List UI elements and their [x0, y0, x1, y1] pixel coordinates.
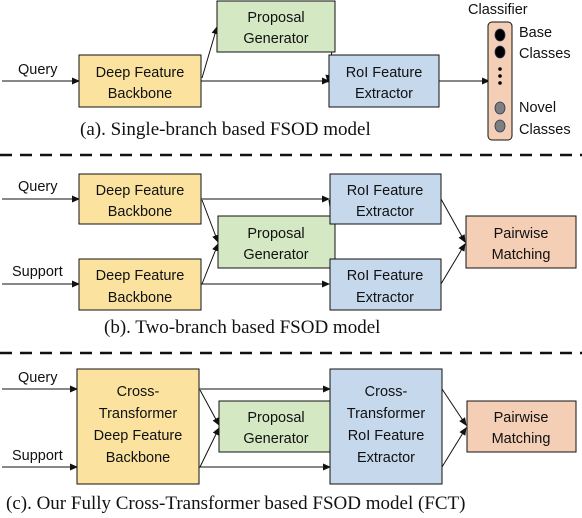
roi-line-2: Transformer — [347, 406, 426, 422]
roi-line-3: RoI Feature — [348, 428, 425, 444]
roi-line-1: RoI Feature — [347, 183, 424, 199]
backbone-line-1: Cross- — [117, 384, 160, 400]
classifier-title: Classifier — [468, 2, 528, 18]
cross-transformer-roi-extractor-box: Cross- Transformer RoI Feature Extractor — [329, 368, 443, 485]
roi-line-2: Extractor — [356, 290, 414, 306]
matching-line-1: Pairwise — [494, 226, 549, 242]
edge-query-backbone-to-proposal — [201, 199, 219, 243]
caption-a: (a). Single-branch based FSOD model — [80, 119, 371, 140]
roi-line-1: RoI Feature — [346, 65, 423, 81]
fsod-architecture-diagram: Query Deep Feature Backbone Proposal Gen… — [0, 0, 582, 514]
query-input-label: Query — [18, 62, 58, 78]
support-backbone-box: Deep Feature Backbone — [78, 258, 202, 311]
backbone-line-2: Transformer — [99, 406, 178, 422]
pairwise-matching-box: Pairwise Matching — [466, 400, 577, 453]
caption-b: (b). Two-branch based FSOD model — [104, 317, 380, 338]
proposal-line-1: Proposal — [247, 410, 304, 426]
ellipsis-dot — [498, 67, 502, 71]
edge-backbone-to-proposal-top — [199, 389, 220, 426]
proposal-generator-box: Proposal Generator — [217, 215, 336, 269]
novel-classes-label-1: Novel — [519, 100, 556, 116]
proposal-generator-box: Proposal Generator — [218, 400, 333, 453]
edge-support-backbone-to-proposal — [201, 243, 219, 285]
query-roi-extractor-box: RoI Feature Extractor — [329, 173, 442, 225]
query-input-label: Query — [18, 179, 58, 195]
query-backbone-box: Deep Feature Backbone — [78, 173, 202, 225]
panel-b: Query Support Deep Feature Backbone Deep… — [2, 173, 577, 338]
roi-extractor-box: RoI Feature Extractor — [328, 54, 440, 108]
novel-class-dot — [494, 101, 506, 115]
backbone-line-2: Backbone — [108, 204, 173, 220]
matching-line-2: Matching — [492, 247, 551, 263]
caption-c: (c). Our Fully Cross-Transformer based F… — [6, 493, 466, 514]
backbone-line-2: Backbone — [108, 86, 173, 102]
roi-line-1: RoI Feature — [347, 268, 424, 284]
base-class-dot — [494, 45, 506, 59]
support-input-label: Support — [12, 448, 63, 464]
backbone-line-3: Deep Feature — [94, 428, 183, 444]
base-classes-label-1: Base — [519, 25, 552, 41]
roi-line-4: Extractor — [357, 450, 415, 466]
edge-roi-to-matching-top — [441, 388, 467, 426]
backbone-line-2: Backbone — [108, 290, 173, 306]
novel-class-dot — [494, 119, 506, 133]
proposal-line-2: Generator — [243, 31, 308, 47]
edge-backbone-to-proposal-bottom — [199, 427, 220, 468]
support-roi-extractor-box: RoI Feature Extractor — [329, 258, 442, 311]
backbone-line-1: Deep Feature — [96, 183, 185, 199]
roi-line-2: Extractor — [355, 86, 413, 102]
edge-roi-support-to-matching — [440, 243, 466, 285]
panel-c: Query Support Cross- Transformer Deep Fe… — [2, 368, 577, 514]
proposal-generator-box: Proposal Generator — [216, 0, 336, 53]
base-class-dot — [494, 28, 506, 42]
proposal-line-2: Generator — [243, 247, 308, 263]
edge-roi-query-to-matching — [440, 198, 466, 243]
backbone-line-1: Deep Feature — [96, 65, 185, 81]
ellipsis-dot — [498, 74, 502, 78]
support-input-label: Support — [12, 264, 63, 280]
proposal-line-1: Proposal — [247, 226, 304, 242]
edge-backbone-to-proposal — [201, 26, 219, 79]
panel-a: Query Deep Feature Backbone Proposal Gen… — [2, 0, 571, 141]
backbone-box: Deep Feature Backbone — [78, 54, 202, 108]
classifier: Classifier Base Classes Novel Classes — [468, 2, 571, 141]
base-classes-label-2: Classes — [519, 46, 571, 62]
roi-line-1: Cross- — [365, 384, 408, 400]
novel-classes-label-2: Classes — [519, 122, 571, 138]
proposal-line-2: Generator — [243, 431, 308, 447]
edge-roi-to-matching-bottom — [441, 427, 467, 468]
roi-line-2: Extractor — [356, 204, 414, 220]
matching-line-2: Matching — [492, 431, 551, 447]
backbone-line-1: Deep Feature — [96, 268, 185, 284]
pairwise-matching-box: Pairwise Matching — [465, 215, 577, 269]
backbone-line-4: Backbone — [106, 450, 171, 466]
query-input-label: Query — [18, 370, 58, 386]
proposal-line-1: Proposal — [247, 10, 304, 26]
cross-transformer-backbone-box: Cross- Transformer Deep Feature Backbone — [76, 368, 200, 485]
ellipsis-dot — [498, 81, 502, 85]
matching-line-1: Pairwise — [494, 410, 549, 426]
